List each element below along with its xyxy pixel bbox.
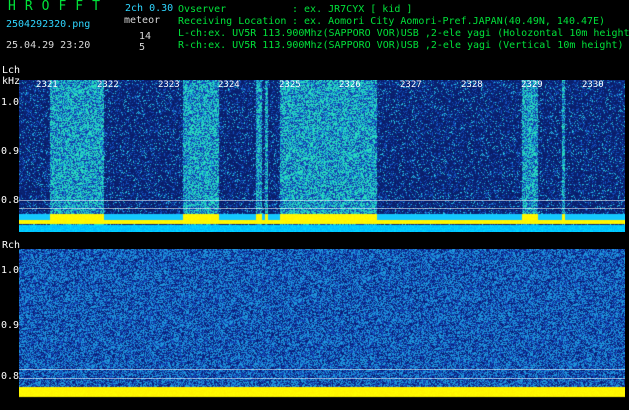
datetime-label: 25.04.29 23:20 [6, 40, 91, 51]
time-tick-2322: 2322 [97, 80, 119, 90]
lch-unit: kHz [2, 76, 21, 87]
observer-value: : ex. JR7CYX [ kid ] [292, 4, 413, 15]
time-tick-2323: 2323 [158, 80, 180, 90]
time-tick-2327: 2327 [400, 80, 422, 90]
time-tick-2326: 2326 [339, 80, 361, 90]
time-tick-2325: 2325 [279, 80, 301, 90]
app-brand: HROFFT [8, 0, 109, 14]
lch-ytick-3: 0.8 [1, 195, 20, 206]
lch-gridline [19, 200, 625, 201]
time-tick-2321: 2321 [36, 80, 58, 90]
rch-spectrogram [19, 249, 625, 401]
filename-label: 2504292320.png [6, 19, 91, 30]
version-label: 2ch 0.30 [125, 3, 174, 14]
lch-info: L-ch:ex. UV5R 113.900Mhz(SAPPORO VOR)USB… [178, 28, 629, 39]
rch-ytick-3: 0.8 [1, 371, 20, 382]
rch-label: Rch [2, 240, 21, 251]
lch-ytick-1: 1.0 [1, 97, 20, 108]
observer-label: Ovserver [178, 4, 227, 15]
lch-gridline [19, 208, 625, 209]
lch-ytick-2: 0.9 [1, 146, 20, 157]
lch-waterfall [19, 80, 625, 232]
time-tick-2329: 2329 [521, 80, 543, 90]
rch-ytick-2: 0.9 [1, 320, 20, 331]
location-label: Receiving Location [178, 16, 287, 27]
rch-gridline [19, 369, 625, 370]
rch-gridline [19, 378, 625, 379]
rch-count: 5 [139, 42, 146, 53]
lch-spectrogram: 2321 2322 2323 2324 2325 2326 2327 2328 2329 2330 [19, 80, 625, 232]
rch-info: R-ch:ex. UV5R 113.900Mhz(SAPPORO VOR)USB… [178, 40, 624, 51]
rch-ytick-1: 1.0 [1, 265, 20, 276]
time-tick-2328: 2328 [461, 80, 483, 90]
location-value: : ex. Aomori City Aomori-Pref.JAPAN(40.4… [292, 16, 606, 27]
mode-label: meteor [124, 15, 161, 26]
lch-label: Lch [2, 65, 21, 76]
time-tick-2330: 2330 [582, 80, 604, 90]
time-tick-2324: 2324 [218, 80, 240, 90]
